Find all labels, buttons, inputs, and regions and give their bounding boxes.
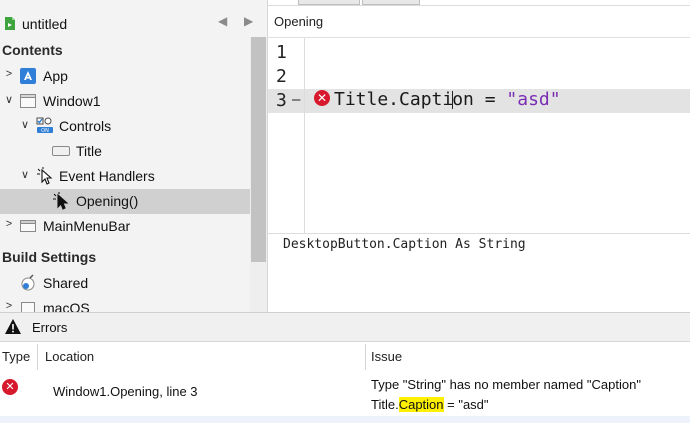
code-editor: Opening 1 2 3 — ✕ Title.Caption = "asd" D… (268, 0, 690, 312)
tree-label: Shared (43, 275, 89, 291)
event-handler-icon (53, 192, 69, 210)
code-identifier: Title.Capti (334, 89, 454, 110)
toolbar-tab[interactable] (362, 0, 420, 5)
snippet-suffix: = "asd" (443, 397, 489, 412)
chevron-right-icon[interactable]: > (3, 300, 15, 312)
errors-table: Type Location Issue ✕ Window1.Opening, l… (0, 342, 690, 423)
controls-icon: ON (36, 117, 53, 134)
tree-item-opening[interactable]: Opening() (0, 189, 250, 214)
snippet-highlight: Caption (398, 397, 444, 412)
tip-text: DesktopButton.Caption As String (283, 237, 526, 252)
navigator-header: untitled ◀ ▶ (0, 10, 267, 38)
chevron-right-icon[interactable]: > (3, 68, 15, 80)
column-separator[interactable] (37, 344, 38, 370)
error-icon: ✕ (2, 379, 18, 395)
error-location: Window1.Opening, line 3 (53, 384, 198, 399)
tree-label: Event Handlers (59, 168, 155, 184)
column-separator[interactable] (365, 344, 366, 370)
line-number: 2 (276, 66, 287, 87)
code-area[interactable]: 1 2 3 — ✕ Title.Caption = "asd" (268, 37, 690, 234)
error-snippet: Title.Caption = "asd" (371, 395, 641, 415)
tree-label: MainMenuBar (43, 218, 131, 234)
fold-marker[interactable]: — (292, 92, 300, 108)
tree-label: Controls (59, 118, 112, 134)
tree-item-event-handlers[interactable]: ∨ Event Handlers (0, 164, 250, 189)
snippet-prefix: Title. (371, 397, 399, 412)
chevron-down-icon[interactable]: ∨ (3, 93, 15, 106)
window-icon (20, 94, 36, 108)
tree-item-mainmenubar[interactable]: > MainMenuBar (0, 214, 250, 239)
tree-item-title[interactable]: Title (0, 139, 250, 164)
line-number: 1 (276, 42, 287, 63)
menubar-icon (20, 220, 36, 232)
line-number: 3 (276, 90, 287, 111)
errors-panel-header[interactable]: Errors (0, 312, 690, 342)
chevron-down-icon[interactable]: ∨ (19, 118, 31, 131)
chevron-right-icon[interactable]: > (3, 218, 15, 230)
code-string-literal: "asd" (506, 89, 561, 110)
shared-icon (21, 274, 35, 291)
tree-item-macos[interactable]: > macOS (0, 296, 250, 312)
tree-label: Title (76, 143, 102, 159)
autocomplete-tip-bar: DesktopButton.Caption As String (268, 233, 690, 312)
project-icon (5, 17, 15, 30)
section-contents: Contents (2, 42, 63, 58)
button-control-icon (52, 146, 70, 156)
forward-arrow-icon[interactable]: ▶ (244, 14, 253, 28)
tree-label: App (43, 68, 68, 84)
column-header-issue[interactable]: Issue (371, 349, 402, 364)
tree-item-app[interactable]: > App (0, 64, 250, 89)
back-arrow-icon[interactable]: ◀ (218, 14, 227, 28)
project-navigator: untitled ◀ ▶ Contents > App ∨ Window1 ∨ … (0, 0, 268, 312)
toolbar-tab[interactable] (298, 0, 360, 5)
section-build-settings: Build Settings (2, 249, 97, 265)
event-handler-icon (37, 167, 53, 185)
tree-label: Opening() (76, 193, 139, 209)
editor-toolbar (268, 0, 690, 6)
project-name[interactable]: untitled (22, 16, 67, 32)
code-identifier-rest: on (452, 89, 474, 110)
error-issue: Type "String" has no member named "Capti… (371, 375, 641, 415)
navigator-scrollbar-thumb[interactable] (251, 37, 266, 262)
code-line-3[interactable]: ✕ Title.Caption = "asd" (314, 89, 561, 113)
column-header-location[interactable]: Location (45, 349, 94, 364)
code-operator: = (473, 89, 507, 110)
errors-title: Errors (32, 320, 68, 335)
tree-item-shared[interactable]: Shared (0, 271, 250, 296)
gutter-divider (304, 38, 305, 234)
table-footer-strip (0, 416, 690, 423)
tree-label: Window1 (43, 93, 101, 109)
error-icon[interactable]: ✕ (314, 90, 330, 106)
tree-item-controls[interactable]: ∨ ON Controls (0, 114, 250, 139)
column-header-type[interactable]: Type (2, 349, 30, 364)
macos-icon (21, 302, 35, 312)
tree-label: macOS (43, 300, 90, 312)
svg-text:ON: ON (41, 128, 49, 134)
warning-icon (5, 319, 21, 334)
method-title: Opening (274, 14, 324, 29)
chevron-down-icon[interactable]: ∨ (19, 168, 31, 181)
app-icon (20, 68, 36, 84)
tree-item-window1[interactable]: ∨ Window1 (0, 89, 250, 114)
error-message: Type "String" has no member named "Capti… (371, 377, 641, 392)
